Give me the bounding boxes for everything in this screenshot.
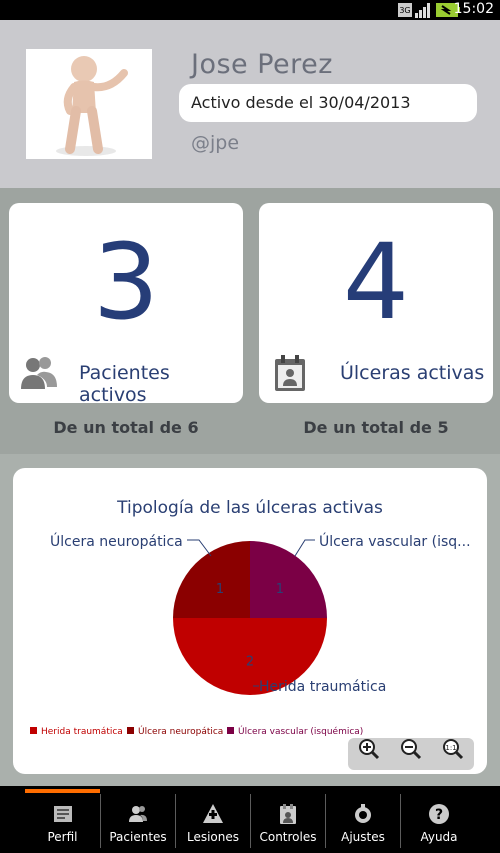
stats-section: 3 Pacientes activos De un total de 6 4 Ú… [0, 188, 500, 454]
nav-pacientes[interactable]: Pacientes [101, 786, 175, 853]
profile-icon [53, 806, 72, 822]
user-handle: @jpe [191, 132, 240, 154]
active-patients-count: 3 [92, 221, 160, 343]
pie-slice-label: Úlcera vascular (isq... [319, 532, 471, 550]
svg-text:1:1: 1:1 [445, 744, 456, 752]
pie-slice [173, 541, 250, 618]
user-name: Jose Perez [191, 49, 333, 80]
help-icon: ? [429, 804, 449, 824]
controls-icon [280, 804, 296, 824]
patients-icon [129, 806, 147, 822]
avatar [26, 49, 152, 159]
legend-entry: Úlcera neuropática [138, 725, 223, 737]
nav-ayuda[interactable]: ? Ayuda [401, 786, 477, 853]
users-icon [21, 357, 57, 389]
svg-text:?: ? [435, 807, 443, 823]
pie-value-label: 2 [246, 654, 254, 669]
pie-slice-label: Úlcera neuropática [50, 532, 183, 550]
legend-entry: Úlcera vascular (isquémica) [238, 725, 363, 737]
nav-controles[interactable]: Controles [251, 786, 325, 853]
legend-swatch [30, 727, 37, 734]
bottom-nav: Perfil Pacientes Lesiones Controles Ajus… [0, 786, 500, 853]
active-ulcers-count: 4 [342, 221, 410, 343]
zoom-out-icon[interactable] [400, 738, 422, 760]
nav-label: Lesiones [186, 830, 240, 844]
pie-slice [250, 541, 327, 618]
profile-header: Jose Perez Activo desde el 30/04/2013 @j… [0, 20, 500, 188]
nav-perfil[interactable]: Perfil [25, 786, 100, 853]
patients-total: De un total de 6 [53, 418, 199, 437]
status-bar: 3G 15:02 [0, 0, 500, 20]
legend-entry: Herida traumática [41, 727, 123, 737]
nav-label: Perfil [47, 830, 78, 844]
active-ulcers-label: Úlceras activas [340, 362, 485, 384]
nav-label: Controles [259, 830, 317, 844]
pie-slice-label: Herida traumática [259, 679, 386, 695]
nav-label: Ajustes [341, 830, 385, 844]
pie-value-label: 1 [276, 582, 284, 597]
legend-swatch [127, 727, 134, 734]
legend-swatch [227, 727, 234, 734]
pie-value-label: 1 [216, 582, 224, 597]
pie-leader-line [187, 539, 212, 557]
nav-lesiones[interactable]: Lesiones [176, 786, 250, 853]
lesions-icon [203, 804, 223, 823]
ulcers-total: De un total de 5 [303, 418, 449, 437]
person-figure-avatar [56, 56, 128, 156]
settings-icon [355, 804, 371, 823]
chart-section: Tipología de las úlceras activas 1 1 2 Úlce… [0, 454, 500, 786]
nav-label: Pacientes [109, 830, 167, 844]
active-since-field: Activo desde el 30/04/2013 [179, 84, 477, 122]
zoom-controls: 1:1 [348, 738, 474, 770]
chart-card: Tipología de las úlceras activas 1 1 2 Úlce… [13, 468, 487, 774]
nav-ajustes[interactable]: Ajustes [326, 786, 400, 853]
zoom-in-icon[interactable] [358, 738, 380, 760]
active-patients-card[interactable]: 3 Pacientes activos [9, 203, 243, 406]
active-ulcers-card[interactable]: 4 Úlceras activas [259, 203, 493, 403]
pie-leader-line [294, 539, 315, 557]
svg-text:3G: 3G [399, 6, 410, 15]
nav-label: Ayuda [420, 830, 458, 844]
clock: 15:02 [453, 1, 494, 17]
network-3g-icon: 3G [398, 3, 412, 17]
signal-icon [415, 3, 430, 18]
zoom-reset-icon[interactable]: 1:1 [442, 738, 464, 760]
calendar-person-icon [275, 355, 305, 391]
active-patients-label: Pacientes activos [79, 362, 170, 406]
pie-chart: 1 1 2 Úlcera neuropática Úlcera vascular (is… [30, 532, 471, 737]
